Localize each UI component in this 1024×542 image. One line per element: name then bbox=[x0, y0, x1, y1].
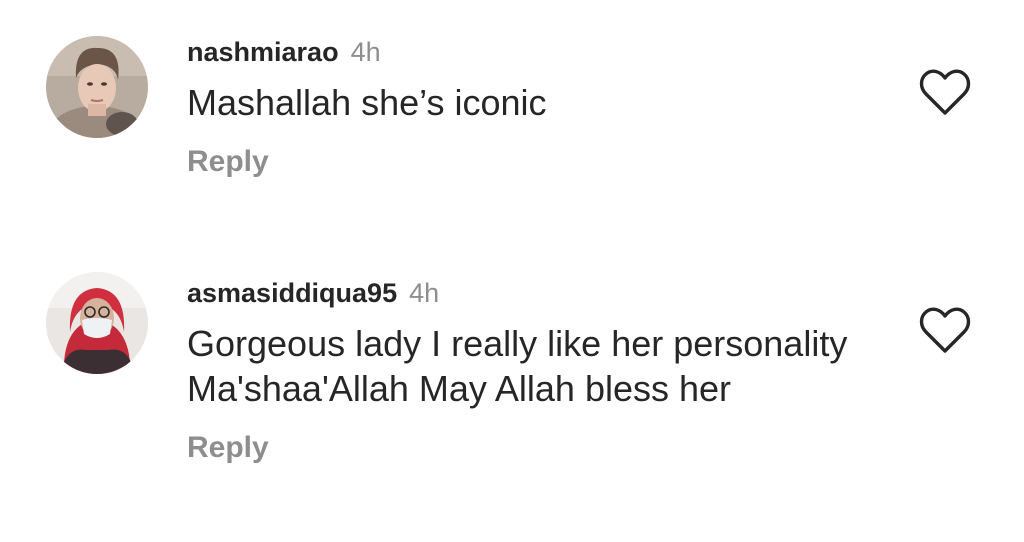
heart-outline-icon bbox=[919, 307, 971, 353]
reply-button[interactable]: Reply bbox=[187, 431, 269, 465]
comments-list: nashmiarao 4h Mashallah she’s iconic Repl… bbox=[0, 0, 1024, 542]
comment-item: nashmiarao 4h Mashallah she’s iconic Repl… bbox=[0, 0, 1024, 230]
comment-timestamp: 4h bbox=[409, 278, 440, 308]
like-button[interactable] bbox=[918, 307, 972, 355]
like-button[interactable] bbox=[918, 69, 972, 117]
comment-item: asmasiddiqua95 4h Gorgeous lady I really … bbox=[0, 262, 1024, 542]
comment-timestamp: 4h bbox=[350, 37, 381, 67]
reply-button[interactable]: Reply bbox=[187, 145, 269, 179]
avatar-photo bbox=[46, 36, 148, 138]
avatar-photo bbox=[46, 272, 148, 374]
comment-username[interactable]: nashmiarao bbox=[187, 37, 339, 67]
heart-outline-icon bbox=[919, 69, 971, 115]
avatar[interactable] bbox=[46, 36, 148, 138]
comment-username[interactable]: asmasiddiqua95 bbox=[187, 278, 397, 308]
avatar[interactable] bbox=[46, 272, 148, 374]
comment-text: Mashallah she’s iconic bbox=[187, 82, 547, 123]
comment-text: Gorgeous lady I really like her personal… bbox=[187, 323, 848, 409]
